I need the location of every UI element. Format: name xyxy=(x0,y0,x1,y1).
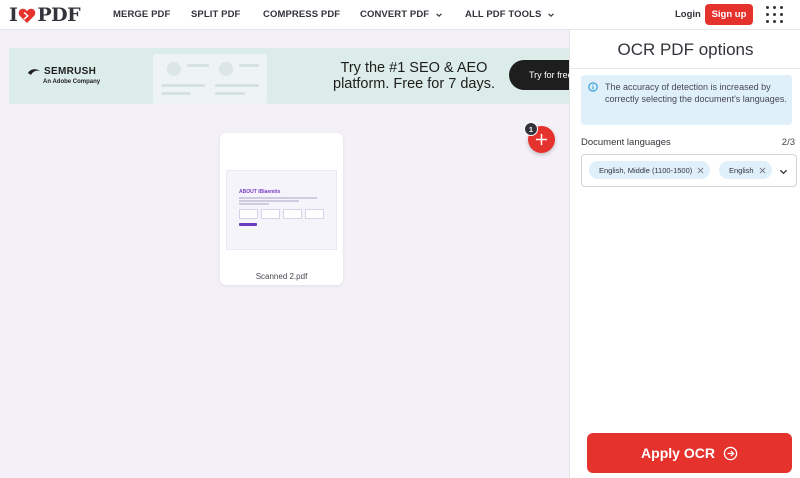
file-name: Scanned 2.pdf xyxy=(255,272,308,281)
panel-divider xyxy=(570,68,800,69)
document-languages-label: Document languages xyxy=(581,137,671,148)
nav-merge-pdf[interactable]: MERGE PDF xyxy=(113,9,170,20)
file-card[interactable]: ABOUT iBlaemits Scanned 2.pdf xyxy=(220,133,343,285)
apps-grid-icon[interactable] xyxy=(766,6,784,24)
ad-headline: Try the #1 SEO & AEO platform. Free for … xyxy=(333,60,495,92)
nav-compress-pdf[interactable]: COMPRESS PDF xyxy=(263,9,340,20)
ocr-options-panel: OCR PDF options The accuracy of detectio… xyxy=(569,30,800,478)
heart-icon xyxy=(19,8,36,23)
language-multiselect[interactable]: English, Middle (1100-1500) English xyxy=(581,154,797,187)
nav-all-pdf-tools[interactable]: ALL PDF TOOLS xyxy=(465,9,555,20)
panel-title: OCR PDF options xyxy=(617,40,754,59)
top-nav-bar: I PDF MERGE PDF SPLIT PDF COMPRESS PDF C… xyxy=(0,0,800,30)
languages-count: 2/3 xyxy=(781,137,795,148)
file-thumbnail: ABOUT iBlaemits xyxy=(226,170,337,250)
ad-banner[interactable]: SEMRUSH An Adobe Company Try the #1 SEO … xyxy=(9,48,569,104)
logo-text-i: I xyxy=(9,4,18,26)
remove-chip-icon[interactable] xyxy=(697,167,704,174)
semrush-flame-icon xyxy=(28,68,40,75)
arrow-right-circle-icon xyxy=(723,446,738,460)
ad-cta-button[interactable]: Try for free xyxy=(509,60,569,90)
ilovepdf-logo[interactable]: I PDF xyxy=(9,4,81,26)
info-notice: The accuracy of detection is increased b… xyxy=(581,75,792,125)
semrush-logo-subtitle: An Adobe Company xyxy=(43,79,101,85)
thumbnail-title: ABOUT iBlaemits xyxy=(239,189,281,195)
apply-ocr-button[interactable]: Apply OCR xyxy=(587,433,792,473)
chevron-down-icon[interactable] xyxy=(779,167,788,176)
nav-split-pdf[interactable]: SPLIT PDF xyxy=(191,9,240,20)
info-text: The accuracy of detection is increased b… xyxy=(605,82,787,104)
language-chip-english-middle: English, Middle (1100-1500) xyxy=(589,161,711,179)
login-link[interactable]: Login xyxy=(675,9,701,20)
chevron-down-icon xyxy=(548,12,555,17)
logo-text-pdf: PDF xyxy=(37,4,81,26)
info-icon xyxy=(588,82,598,92)
remove-chip-icon[interactable] xyxy=(759,167,766,174)
language-chip-english: English xyxy=(719,161,772,179)
chevron-down-icon xyxy=(436,12,442,17)
signup-button[interactable]: Sign up xyxy=(705,4,753,25)
nav-convert-pdf[interactable]: CONVERT PDF xyxy=(360,9,443,20)
ad-product-screenshot xyxy=(153,54,267,104)
plus-icon xyxy=(535,133,548,146)
semrush-logo: SEMRUSH xyxy=(27,66,96,77)
file-count-badge: 1 xyxy=(524,122,538,136)
